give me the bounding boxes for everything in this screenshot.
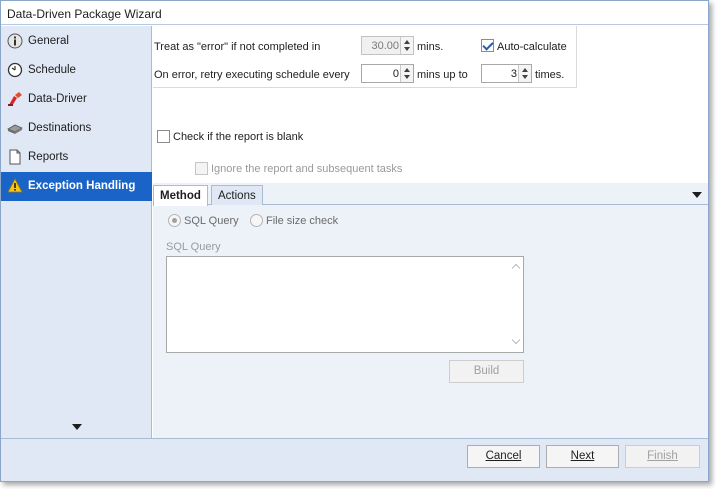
file-size-radio-label[interactable]: File size check xyxy=(266,215,338,227)
tab-label: Actions xyxy=(218,190,256,202)
sidebar-item-label: Reports xyxy=(28,151,69,163)
wizard-window: Data-Driven Package Wizard General Sched… xyxy=(0,0,709,482)
timeout-value: 30.00 xyxy=(371,40,399,52)
cancel-button[interactable]: Cancel xyxy=(467,445,540,468)
window-title: Data-Driven Package Wizard xyxy=(7,7,162,21)
chevron-up-icon xyxy=(522,68,528,72)
sidebar-item-data-driver[interactable]: Data-Driver xyxy=(1,85,152,114)
next-button-label: Next xyxy=(570,450,595,462)
retry-label: On error, retry executing schedule every xyxy=(154,69,350,81)
sidebar-item-destinations[interactable]: Destinations xyxy=(1,114,152,143)
sidebar-item-reports[interactable]: Reports xyxy=(1,143,152,172)
sidebar-nav: General Schedule Data-Driver Destination… xyxy=(1,26,152,438)
ignore-report-label: Ignore the report and subsequent tasks xyxy=(211,163,403,175)
finish-button-label: Finish xyxy=(647,450,678,462)
info-icon xyxy=(7,33,23,49)
treat-error-label: Treat as "error" if not completed in xyxy=(154,41,321,53)
chevron-down-icon xyxy=(522,75,528,79)
build-button-label: Build xyxy=(473,365,500,377)
sidebar-item-label: Data-Driver xyxy=(28,93,87,105)
tab-actions[interactable]: Actions xyxy=(211,185,263,205)
finish-button[interactable]: Finish xyxy=(625,445,700,468)
sidebar-item-label: General xyxy=(28,35,69,47)
retry-times-value: 3 xyxy=(510,68,517,80)
title-bar: Data-Driven Package Wizard xyxy=(1,1,708,25)
tab-dropdown-icon[interactable] xyxy=(692,192,702,198)
retry-interval-value: 0 xyxy=(392,68,399,80)
auto-calculate-label[interactable]: Auto-calculate xyxy=(497,41,567,53)
build-button[interactable]: Build xyxy=(449,360,524,383)
timeout-unit-label: mins. xyxy=(417,41,444,53)
sidebar-item-general[interactable]: General xyxy=(1,27,152,56)
sql-query-radio-label[interactable]: SQL Query xyxy=(184,215,239,227)
scroll-up-icon[interactable] xyxy=(511,263,521,273)
destinations-icon xyxy=(7,124,23,134)
chevron-down-icon xyxy=(404,75,410,79)
tab-bar: Method Actions xyxy=(153,185,708,206)
warning-icon xyxy=(7,178,23,193)
data-driver-icon xyxy=(8,92,22,106)
sidebar-item-schedule[interactable]: Schedule xyxy=(1,56,152,85)
sidebar-item-label: Destinations xyxy=(28,122,92,134)
check-blank-label[interactable]: Check if the report is blank xyxy=(173,131,303,143)
cancel-button-label: Cancel xyxy=(485,450,522,462)
tab-label: Method xyxy=(160,190,201,202)
check-blank-checkbox[interactable] xyxy=(157,130,170,143)
textarea-scrollbar[interactable] xyxy=(508,257,523,352)
tab-method[interactable]: Method xyxy=(153,185,208,206)
scroll-down-icon[interactable] xyxy=(511,335,521,345)
chevron-down-icon[interactable] xyxy=(72,424,82,430)
main-content: Treat as "error" if not completed in 30.… xyxy=(153,26,708,438)
sql-query-textarea[interactable] xyxy=(166,256,524,353)
sidebar-item-label: Exception Handling xyxy=(28,180,136,192)
document-icon xyxy=(9,149,21,165)
stepper-buttons[interactable] xyxy=(518,65,531,82)
stepper-buttons[interactable] xyxy=(400,37,413,54)
ignore-report-checkbox[interactable] xyxy=(195,162,208,175)
chevron-up-icon xyxy=(404,40,410,44)
retry-times-stepper[interactable]: 3 xyxy=(481,64,532,83)
chevron-down-icon xyxy=(404,47,410,51)
file-size-radio[interactable] xyxy=(250,214,263,227)
next-button[interactable]: Next xyxy=(546,445,619,468)
sql-query-radio[interactable] xyxy=(168,214,181,227)
retry-interval-unit: mins up to xyxy=(417,69,468,81)
sidebar-item-label: Schedule xyxy=(28,64,76,76)
stepper-buttons[interactable] xyxy=(400,65,413,82)
timeout-stepper[interactable]: 30.00 xyxy=(361,36,414,55)
retry-times-unit: times. xyxy=(535,69,565,81)
sql-query-label: SQL Query xyxy=(166,241,221,253)
clock-icon xyxy=(7,62,23,78)
sidebar-item-exception-handling[interactable]: Exception Handling xyxy=(1,172,152,201)
retry-interval-stepper[interactable]: 0 xyxy=(361,64,414,83)
timeout-options-panel: Treat as "error" if not completed in 30.… xyxy=(153,26,577,88)
auto-calculate-checkbox[interactable] xyxy=(481,39,494,52)
footer-bar: Cancel Next Finish xyxy=(1,438,708,481)
chevron-up-icon xyxy=(404,68,410,72)
